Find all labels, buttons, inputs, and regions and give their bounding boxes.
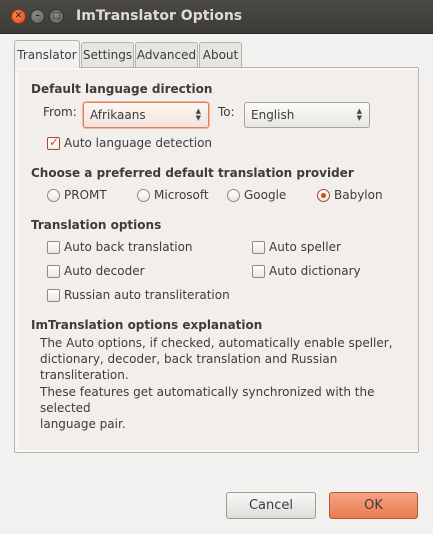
explanation-line: These features get automatically synchro… — [40, 384, 375, 415]
provider-promt-radio[interactable] — [47, 189, 60, 202]
provider-google-label: Google — [244, 188, 287, 202]
russian-auto-transliteration-label: Russian auto transliteration — [64, 288, 230, 302]
minimize-icon: – — [35, 11, 40, 21]
auto-dictionary-checkbox[interactable] — [252, 265, 265, 278]
explanation-line: language pair. — [40, 417, 126, 432]
auto-decoder-label: Auto decoder — [64, 264, 145, 278]
auto-back-translation-label: Auto back translation — [64, 240, 193, 254]
minimize-window-button[interactable]: – — [30, 9, 45, 24]
provider-microsoft-radio[interactable] — [137, 189, 150, 202]
auto-language-detection-label: Auto language detection — [64, 136, 213, 150]
provider-microsoft-label: Microsoft — [154, 188, 209, 202]
auto-decoder-checkbox[interactable] — [47, 265, 60, 278]
close-icon: ✕ — [14, 11, 23, 21]
close-window-button[interactable]: ✕ — [11, 9, 26, 24]
provider-google-radio[interactable] — [227, 189, 240, 202]
from-language-select[interactable]: Afrikaans ▲ ▼ — [83, 102, 209, 128]
russian-auto-transliteration-checkbox[interactable] — [47, 289, 60, 302]
auto-speller-label: Auto speller — [269, 240, 341, 254]
cancel-button[interactable]: Cancel — [226, 492, 316, 519]
translation-options-heading: Translation options — [31, 218, 162, 232]
radio-dot-icon — [321, 193, 326, 198]
tab-about[interactable]: About — [199, 42, 242, 67]
to-label: To: — [218, 105, 235, 119]
ok-button[interactable]: OK — [329, 492, 418, 519]
auto-dictionary-label: Auto dictionary — [269, 264, 361, 278]
updown-icon: ▲ ▼ — [195, 107, 201, 122]
auto-back-translation-checkbox[interactable] — [47, 241, 60, 254]
explanation-line: The Auto options, if checked, automatica… — [40, 336, 393, 350]
to-language-value: English — [251, 108, 295, 122]
from-label: From: — [43, 105, 77, 119]
tab-translator[interactable]: Translator — [14, 40, 80, 68]
tab-advanced[interactable]: Advanced — [135, 42, 198, 67]
provider-babylon-radio[interactable] — [317, 189, 330, 202]
maximize-window-button[interactable]: □ — [49, 9, 64, 24]
tab-settings[interactable]: Settings — [81, 42, 134, 67]
language-direction-heading: Default language direction — [31, 82, 213, 96]
updown-icon: ▲ ▼ — [356, 107, 362, 122]
explanation-heading: ImTranslation options explanation — [31, 318, 263, 332]
checkmark-icon: ✓ — [49, 135, 60, 149]
explanation-line: dictionary, decoder, back translation an… — [40, 352, 338, 383]
provider-heading: Choose a preferred default translation p… — [31, 166, 354, 180]
explanation-text: The Auto options, if checked, automatica… — [40, 335, 400, 432]
auto-speller-checkbox[interactable] — [252, 241, 265, 254]
provider-promt-label: PROMT — [64, 188, 107, 202]
title-bar: ✕ – □ ImTranslator Options — [0, 0, 433, 34]
provider-babylon-label: Babylon — [334, 188, 383, 202]
from-language-value: Afrikaans — [90, 108, 146, 122]
window-title: ImTranslator Options — [76, 8, 243, 24]
maximize-icon: □ — [52, 11, 61, 21]
auto-language-detection-checkbox[interactable]: ✓ — [47, 135, 60, 150]
to-language-select[interactable]: English ▲ ▼ — [244, 102, 370, 128]
